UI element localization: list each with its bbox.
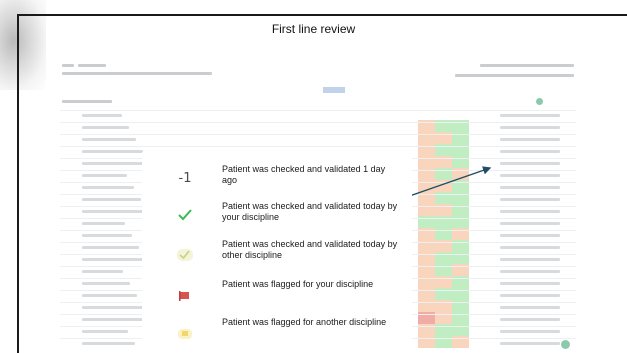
status-legend: -1 Patient was checked and validated 1 d… xyxy=(142,152,412,352)
legend-text: Patient was flagged for your discipline xyxy=(222,279,374,289)
minus-one-badge-icon: -1 xyxy=(178,170,192,186)
green-check-icon xyxy=(170,203,200,227)
yellow-flag-icon xyxy=(170,322,200,346)
faint-check-icon xyxy=(170,243,200,267)
slide: First line review -1 Patient was checked xyxy=(0,0,627,353)
legend-item-flagged-another-discipline: Patient was flagged for another discipli… xyxy=(142,316,412,353)
legend-text: Patient was checked and validated today … xyxy=(222,201,398,222)
legend-text: Patient was checked and validated today … xyxy=(222,239,398,260)
legend-item-validated-yesterday: -1 Patient was checked and validated 1 d… xyxy=(142,158,412,198)
legend-text: Patient was flagged for another discipli… xyxy=(222,317,387,327)
legend-item-validated-your-discipline: Patient was checked and validated today … xyxy=(142,198,412,238)
legend-item-validated-other-discipline: Patient was checked and validated today … xyxy=(142,238,412,278)
legend-item-flagged-your-discipline: Patient was flagged for your discipline xyxy=(142,278,412,318)
red-flag-icon xyxy=(170,284,200,308)
legend-text: Patient was checked and validated 1 day … xyxy=(222,164,386,185)
